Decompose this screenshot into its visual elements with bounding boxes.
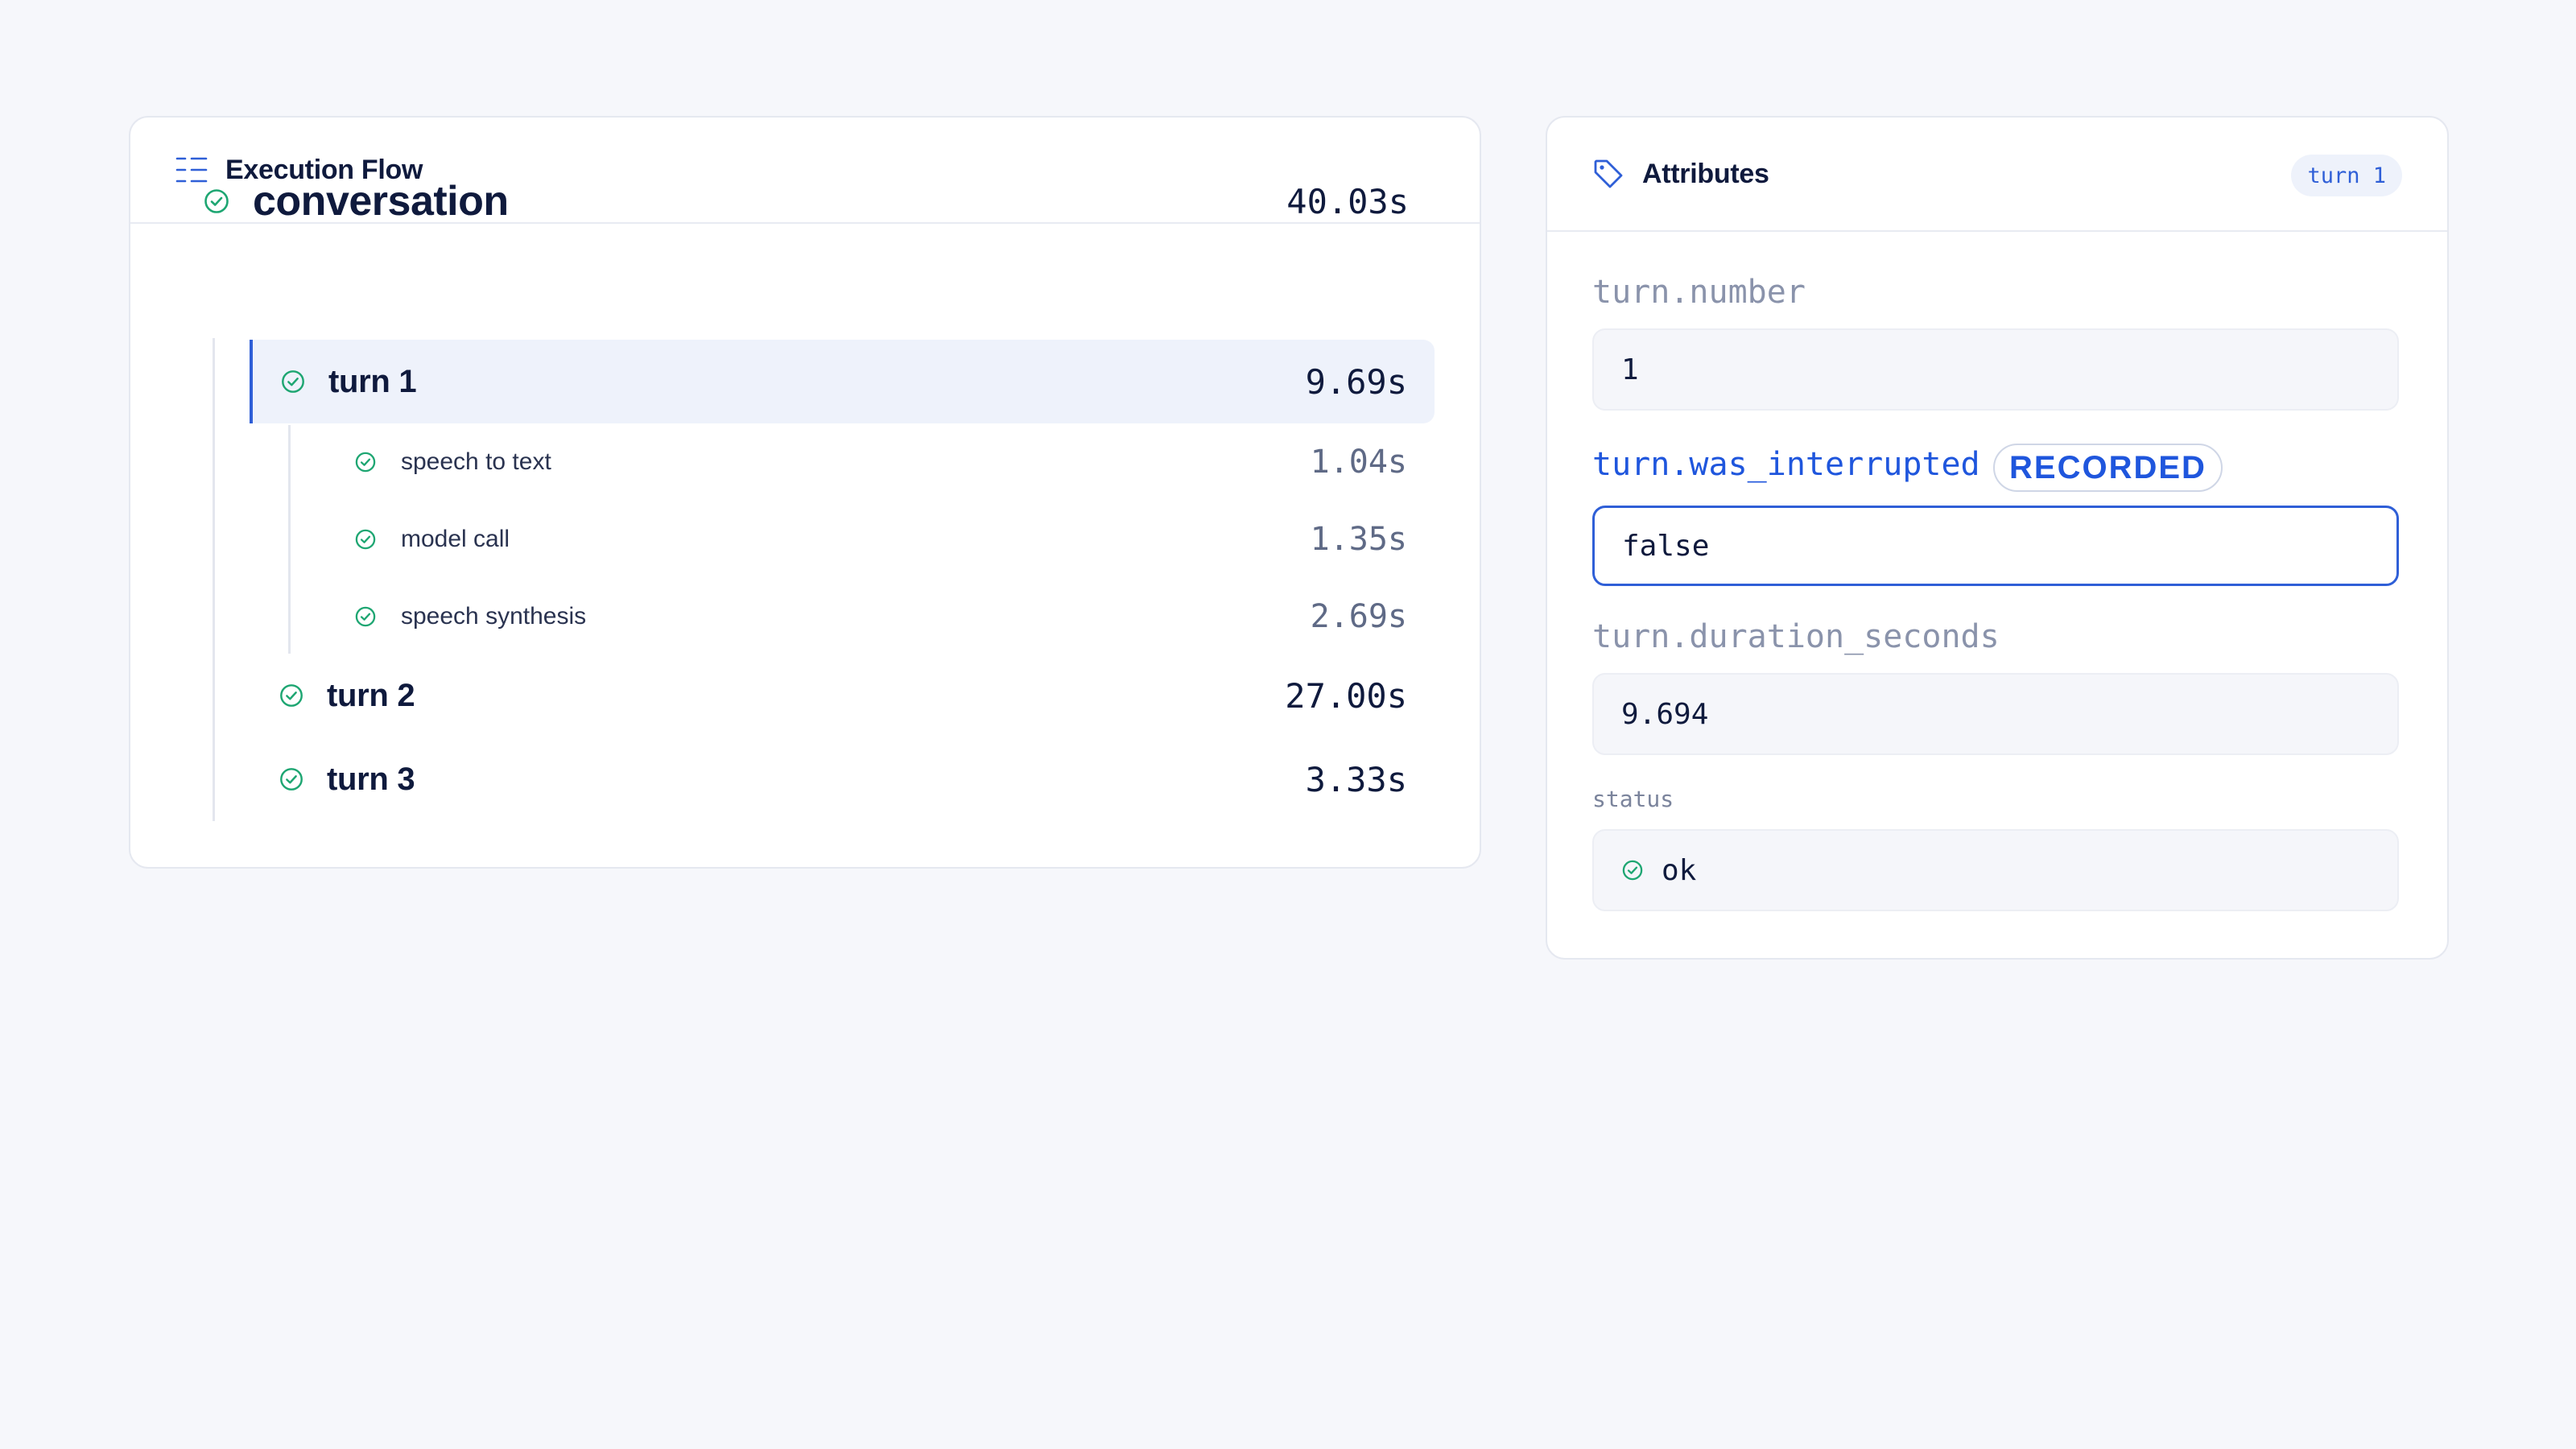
attr-value-turn-number[interactable]: 1: [1592, 328, 2399, 411]
attr-value-status[interactable]: ok: [1592, 829, 2399, 911]
attr-value-turn-duration-seconds[interactable]: 9.694: [1592, 673, 2399, 755]
attr-key-turn-duration-seconds: turn.duration_seconds: [1592, 618, 2000, 655]
check-circle-icon: [280, 684, 303, 707]
status-value: ok: [1662, 853, 1697, 887]
attr-key-turn-number: turn.number: [1592, 274, 1806, 311]
tree-label: turn 3: [327, 761, 415, 797]
selected-span-badge: turn 1: [2291, 155, 2402, 196]
tree-duration: 2.69s: [1310, 598, 1407, 635]
check-circle-icon: [204, 189, 229, 213]
check-circle-icon: [355, 452, 376, 473]
tree-label: speech synthesis: [401, 603, 587, 630]
check-circle-icon: [355, 606, 376, 627]
check-circle-icon: [355, 529, 376, 550]
attr-value-turn-was-interrupted[interactable]: false: [1592, 506, 2399, 586]
check-circle-icon: [1622, 860, 1643, 881]
tree-guide-root: [213, 338, 215, 821]
attr-key-turn-was-interrupted: turn.was_interrupted: [1592, 446, 1980, 483]
tree-label: speech to text: [401, 448, 551, 475]
tree-label: model call: [401, 526, 510, 552]
tree-guide-turn1: [288, 425, 291, 654]
tag-icon: [1594, 159, 1623, 188]
attributes-title: Attributes: [1642, 158, 1769, 189]
tree-duration: 1.35s: [1310, 521, 1407, 558]
tree-row-turn-1[interactable]: turn 1 9.69s: [280, 340, 1407, 423]
attr-key-status: status: [1592, 786, 1674, 812]
tree-row-model-call[interactable]: model call 1.35s: [354, 515, 1407, 564]
selected-row-indicator: [250, 340, 253, 423]
check-circle-icon: [280, 768, 303, 791]
tree-duration: 40.03s: [1286, 181, 1409, 221]
tree-duration: 27.00s: [1285, 675, 1407, 716]
tree-label: turn 1: [328, 363, 417, 399]
tree-duration: 1.04s: [1310, 444, 1407, 481]
tree-row-speech-to-text[interactable]: speech to text 1.04s: [354, 438, 1407, 486]
tree-label: turn 2: [327, 677, 415, 713]
tree-duration: 9.69s: [1305, 361, 1407, 402]
tree-row-conversation[interactable]: conversation 40.03s: [203, 161, 1410, 242]
tree-duration: 3.33s: [1305, 759, 1407, 799]
attributes-panel: Attributes turn 1 turn.number 1 turn.was…: [1546, 116, 2449, 960]
check-circle-icon: [282, 370, 304, 393]
tree-row-turn-3[interactable]: turn 3 3.33s: [279, 739, 1407, 819]
tree-row-turn-2[interactable]: turn 2 27.00s: [279, 655, 1407, 736]
attributes-header: Attributes turn 1: [1547, 118, 2447, 232]
recorded-badge: RECORDED: [1993, 444, 2223, 492]
tree-row-speech-synthesis[interactable]: speech synthesis 2.69s: [354, 592, 1407, 641]
tree-label: conversation: [253, 178, 509, 225]
